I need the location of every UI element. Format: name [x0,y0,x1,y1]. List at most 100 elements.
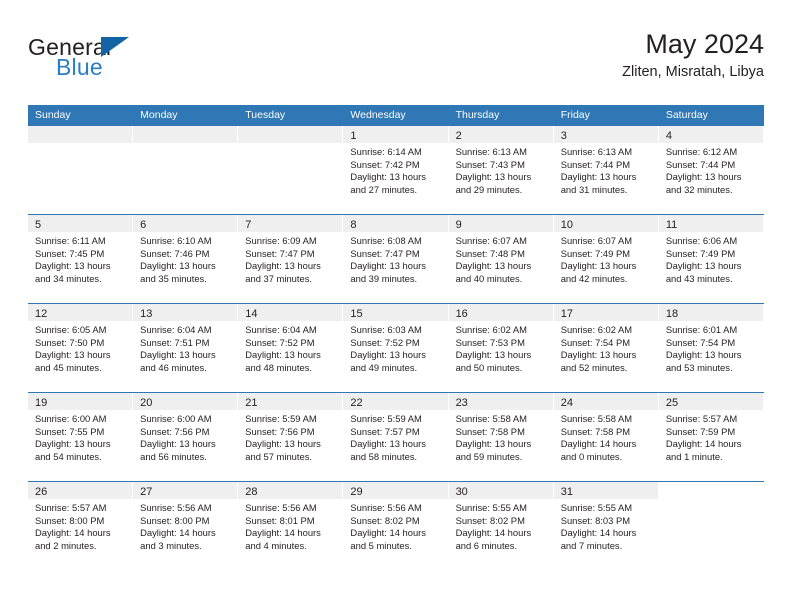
day-cell[interactable]: 28 Sunrise: 5:56 AM Sunset: 8:01 PM Dayligh… [238,482,343,570]
day-number-band: 25 [658,393,763,410]
day-cell[interactable]: 7 Sunrise: 6:09 AM Sunset: 7:47 PM Daylight… [238,215,343,303]
day-cell-empty [659,482,764,570]
sunrise-time: Sunrise: 6:09 AM [245,235,317,246]
sunset-time: Sunset: 7:56 PM [245,425,315,437]
daylight-duration-line1: Daylight: 13 hours [140,260,216,272]
sunset-time: Sunset: 7:59 PM [665,425,736,437]
day-number-band: 1 [343,126,448,143]
day-number: 13 [140,308,153,320]
daylight-duration-line2: and 37 minutes. [245,272,312,284]
day-cell[interactable]: 16 Sunrise: 6:02 AM Sunset: 7:53 PM Dayligh… [448,304,554,392]
daylight-duration-line2: and 1 minute. [665,450,723,462]
day-number-band: 19 [28,393,133,410]
daylight-duration-line1: Daylight: 14 hours [455,527,532,539]
day-cell[interactable]: 26 Sunrise: 5:57 AM Sunset: 8:00 PM Dayligh… [28,482,133,570]
day-cell[interactable]: 2 Sunrise: 6:13 AM Sunset: 7:43 PM Daylight… [448,126,554,214]
day-details: Sunrise: 6:12 AM Sunset: 7:44 PM Daylight:… [659,143,763,196]
day-number-band: 31 [553,482,658,499]
general-blue-logo[interactable]: General Blue [28,34,258,90]
day-cell[interactable]: 17 Sunrise: 6:02 AM Sunset: 7:54 PM Dayligh… [553,304,659,392]
day-details: Sunrise: 6:04 AM Sunset: 7:52 PM Daylight:… [238,321,342,374]
day-number-band: 12 [28,304,133,321]
daylight-duration-line2: and 57 minutes. [245,450,312,462]
daylight-duration-line1: Daylight: 13 hours [560,349,637,361]
day-number: 12 [35,308,48,320]
daylight-duration-line2: and 58 minutes. [350,450,418,462]
sunset-time: Sunset: 7:43 PM [455,158,525,170]
day-cell[interactable]: 29 Sunrise: 5:56 AM Sunset: 8:02 PM Dayligh… [343,482,448,570]
weekday-header-thursday: Thursday [455,109,500,121]
day-number: 1 [350,130,357,142]
day-number: 9 [455,219,462,231]
weekday-header-saturday: Saturday [665,109,708,121]
daylight-duration-line2: and 54 minutes. [35,450,102,462]
day-details: Sunrise: 5:55 AM Sunset: 8:02 PM Daylight:… [449,499,553,552]
day-number: 14 [245,308,258,320]
sunset-time: Sunset: 8:00 PM [35,514,105,526]
day-number: 24 [560,397,573,409]
sunrise-time: Sunrise: 5:56 AM [350,502,422,513]
daylight-duration-line2: and 59 minutes. [455,450,523,462]
sunset-time: Sunset: 7:57 PM [350,425,420,437]
weekday-header-monday: Monday [140,109,178,121]
day-cell[interactable]: 10 Sunrise: 6:07 AM Sunset: 7:49 PM Dayligh… [553,215,659,303]
day-cell[interactable]: 14 Sunrise: 6:04 AM Sunset: 7:52 PM Dayligh… [238,304,343,392]
day-number: 27 [140,486,153,498]
day-cell[interactable]: 15 Sunrise: 6:03 AM Sunset: 7:52 PM Dayligh… [343,304,448,392]
day-cell[interactable]: 12 Sunrise: 6:05 AM Sunset: 7:50 PM Dayligh… [28,304,133,392]
sunrise-time: Sunrise: 6:07 AM [560,235,633,246]
sunset-time: Sunset: 7:44 PM [560,158,631,170]
day-cell[interactable]: 11 Sunrise: 6:06 AM Sunset: 7:49 PM Dayligh… [658,215,764,303]
sunset-time: Sunset: 8:00 PM [140,514,210,526]
day-cell[interactable]: 3 Sunrise: 6:13 AM Sunset: 7:44 PM Daylight… [553,126,659,214]
day-cell[interactable]: 8 Sunrise: 6:08 AM Sunset: 7:47 PM Daylight… [343,215,448,303]
day-cell[interactable]: 21 Sunrise: 5:59 AM Sunset: 7:56 PM Dayligh… [238,393,343,481]
day-details: Sunrise: 6:09 AM Sunset: 7:47 PM Daylight:… [238,232,342,285]
day-cell[interactable]: 20 Sunrise: 6:00 AM Sunset: 7:56 PM Dayligh… [133,393,238,481]
daylight-duration-line1: Daylight: 13 hours [35,349,111,361]
sunrise-time: Sunrise: 6:04 AM [245,324,317,335]
daylight-duration-line1: Daylight: 13 hours [35,260,111,272]
day-details: Sunrise: 5:58 AM Sunset: 7:58 PM Daylight:… [449,410,553,463]
weekday-header-sunday: Sunday [35,109,71,121]
sunrise-time: Sunrise: 5:59 AM [350,413,422,424]
day-cell[interactable]: 30 Sunrise: 5:55 AM Sunset: 8:02 PM Dayligh… [448,482,554,570]
day-number-band: 30 [448,482,553,499]
day-cell[interactable]: 4 Sunrise: 6:12 AM Sunset: 7:44 PM Daylight… [658,126,764,214]
day-cell[interactable]: 27 Sunrise: 5:56 AM Sunset: 8:00 PM Dayligh… [133,482,238,570]
day-cell[interactable]: 18 Sunrise: 6:01 AM Sunset: 7:54 PM Dayligh… [658,304,764,392]
day-number: 23 [455,397,468,409]
sunset-time: Sunset: 7:53 PM [455,336,525,348]
day-cell[interactable]: 5 Sunrise: 6:11 AM Sunset: 7:45 PM Daylight… [28,215,133,303]
daylight-duration-line2: and 4 minutes. [245,539,307,551]
day-cell[interactable]: 19 Sunrise: 6:00 AM Sunset: 7:55 PM Dayligh… [28,393,133,481]
day-cell[interactable]: 22 Sunrise: 5:59 AM Sunset: 7:57 PM Dayligh… [343,393,448,481]
daylight-duration-line1: Daylight: 14 hours [665,438,742,450]
day-cell[interactable]: 1 Sunrise: 6:14 AM Sunset: 7:42 PM Daylight… [343,126,448,214]
day-details: Sunrise: 6:07 AM Sunset: 7:48 PM Daylight:… [449,232,553,285]
day-number-band: 10 [553,215,658,232]
daylight-duration-line2: and 2 minutes. [35,539,97,551]
sunset-time: Sunset: 7:51 PM [140,336,210,348]
day-cell[interactable]: 25 Sunrise: 5:57 AM Sunset: 7:59 PM Dayligh… [658,393,764,481]
day-number: 15 [350,308,363,320]
day-cell[interactable]: 9 Sunrise: 6:07 AM Sunset: 7:48 PM Daylight… [448,215,554,303]
daylight-duration-line1: Daylight: 14 hours [350,527,426,539]
day-details: Sunrise: 5:59 AM Sunset: 7:57 PM Daylight:… [343,410,447,463]
day-number: 17 [560,308,573,320]
day-number: 5 [35,219,42,231]
day-cell[interactable]: 31 Sunrise: 5:55 AM Sunset: 8:03 PM Dayligh… [553,482,659,570]
day-details: Sunrise: 6:00 AM Sunset: 7:56 PM Daylight:… [133,410,237,463]
daylight-duration-line2: and 45 minutes. [35,361,102,373]
day-cell[interactable]: 13 Sunrise: 6:04 AM Sunset: 7:51 PM Dayligh… [133,304,238,392]
day-cell[interactable]: 6 Sunrise: 6:10 AM Sunset: 7:46 PM Daylight… [133,215,238,303]
sunrise-time: Sunrise: 6:13 AM [560,146,633,157]
day-number-band: 18 [658,304,763,321]
day-cell[interactable]: 24 Sunrise: 5:58 AM Sunset: 7:58 PM Dayligh… [553,393,659,481]
daylight-duration-line1: Daylight: 13 hours [245,260,321,272]
day-details: Sunrise: 5:57 AM Sunset: 8:00 PM Daylight:… [28,499,132,552]
day-cell[interactable]: 23 Sunrise: 5:58 AM Sunset: 7:58 PM Dayligh… [448,393,554,481]
day-details: Sunrise: 6:02 AM Sunset: 7:53 PM Daylight:… [449,321,553,374]
title-block: May 2024 Zliten, Misratah, Libya [622,28,764,83]
day-number-band: 14 [238,304,343,321]
